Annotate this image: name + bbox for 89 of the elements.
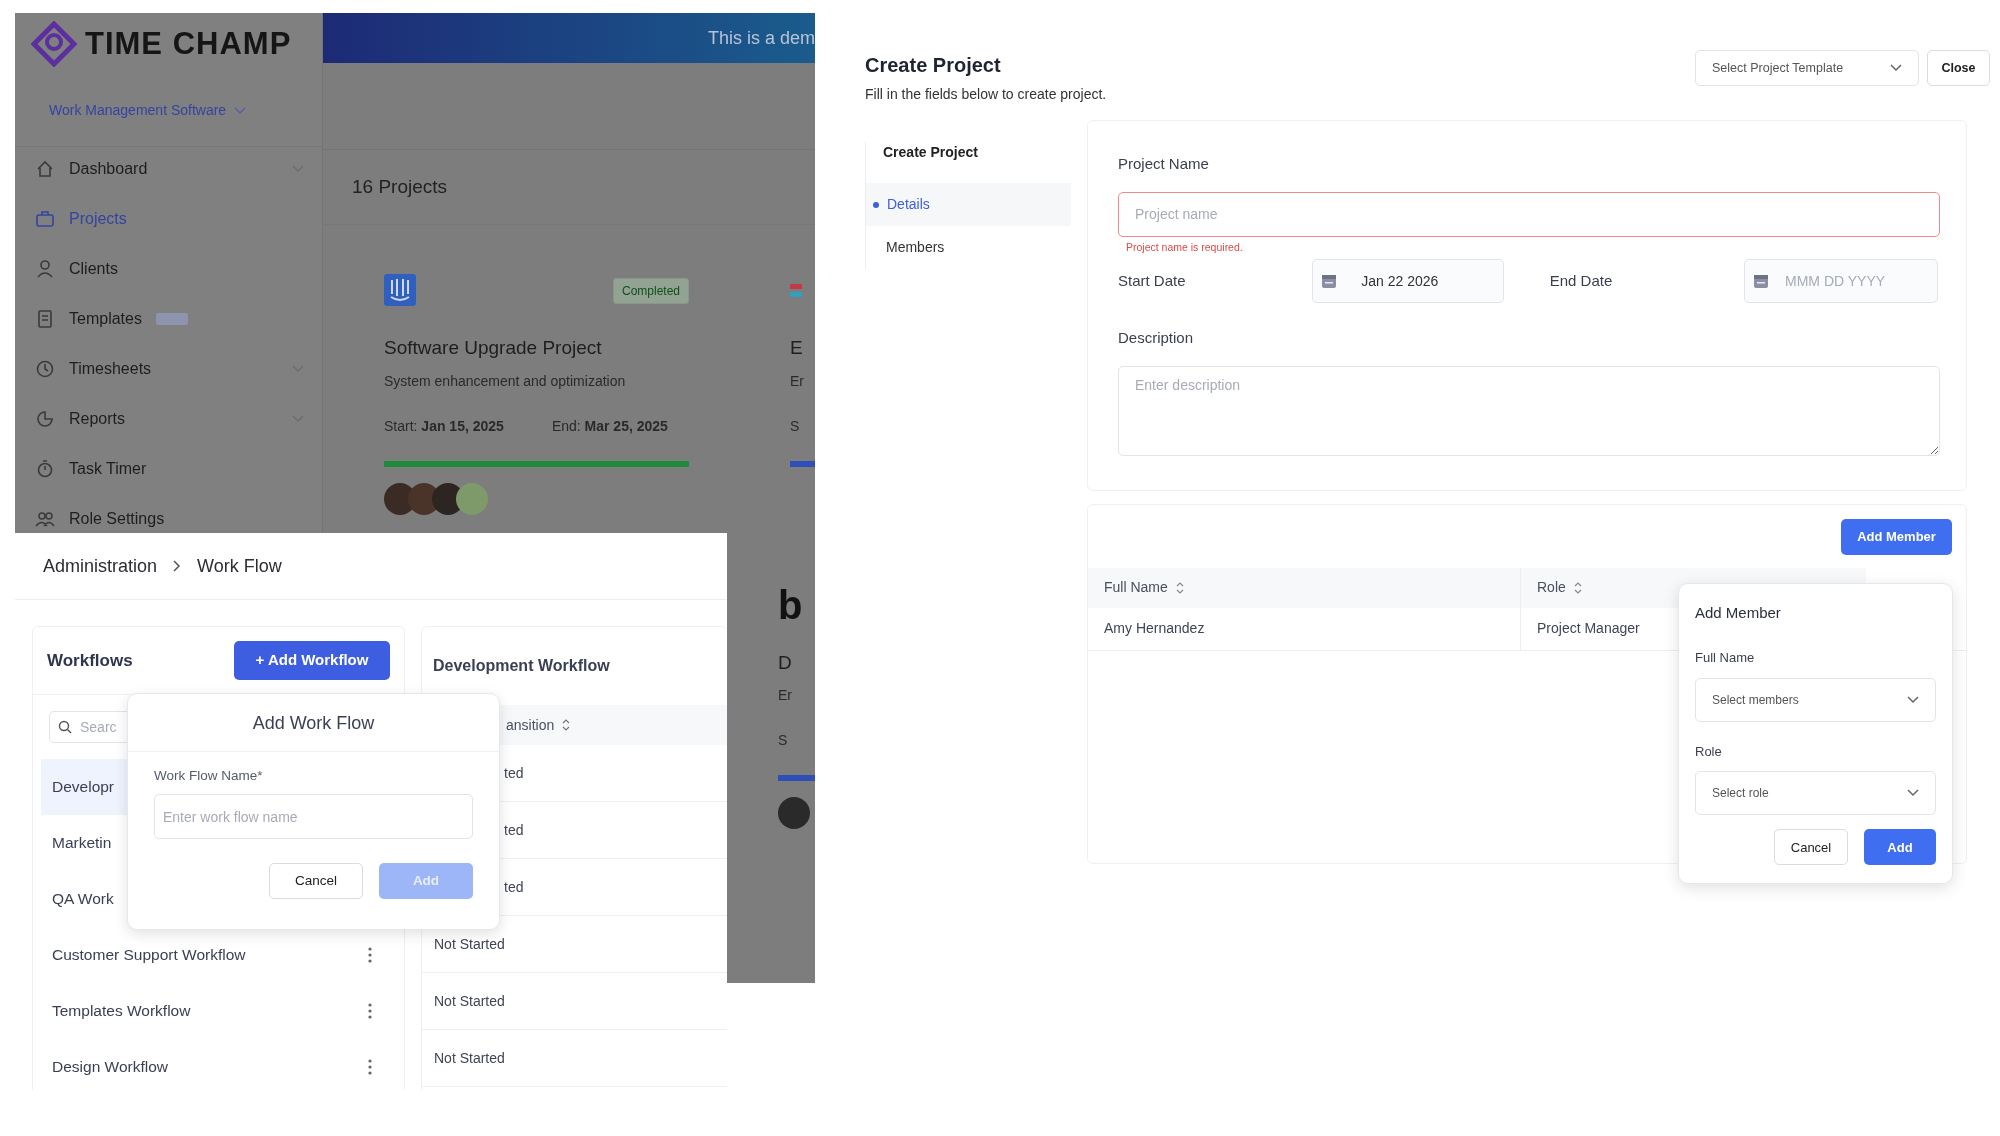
column-header[interactable]: Full Name (1088, 567, 1521, 608)
select-field[interactable]: Select role (1695, 771, 1936, 816)
briefcase-icon (35, 209, 55, 229)
kebab-menu-icon[interactable] (368, 1003, 372, 1019)
stopwatch-icon (35, 459, 55, 479)
project-description: Er (790, 371, 805, 391)
sidebar-item[interactable]: Task Timer (15, 458, 322, 480)
sidebar-item[interactable]: Timesheets (15, 358, 322, 380)
project-description: System enhancement and optimization (384, 371, 627, 391)
popover-title: Add Member (1695, 602, 1782, 623)
panel-title: Workflows (47, 649, 133, 672)
kebab-menu-icon[interactable] (368, 1059, 372, 1075)
text-input[interactable]: Enter work flow name (154, 794, 473, 840)
sidebar-item[interactable]: Templates (15, 308, 322, 330)
field-label: Start Date (1118, 271, 1187, 291)
chevron-right-icon (173, 560, 182, 572)
table-cell-text: Amy Hernandez (1104, 619, 1205, 639)
people-icon (35, 509, 55, 529)
chevron-down-icon (234, 106, 247, 115)
project-dates: S (790, 416, 801, 436)
chevron-down-icon (1890, 64, 1902, 72)
breadcrumb-item: Work Flow (197, 554, 282, 578)
avatar (778, 797, 810, 829)
field-label: Description (1118, 328, 1195, 349)
sidebar-item[interactable]: Role Settings (15, 508, 322, 530)
project-subtitle: D (778, 650, 793, 675)
project-title: E (790, 336, 804, 360)
sidebar-item[interactable]: Reports (15, 408, 322, 430)
breadcrumb-item[interactable]: Administration (43, 552, 158, 580)
chevron-down-icon (1907, 695, 1919, 704)
status-badge: Completed (612, 278, 689, 304)
home-icon (35, 159, 55, 179)
page-title: Create Project (865, 53, 1002, 78)
search-icon (58, 720, 72, 734)
page-subtitle: Fill in the fields below to create project. (865, 85, 1107, 104)
cancel-button[interactable]: Cancel (1774, 829, 1848, 866)
close-button[interactable]: Close (1927, 50, 1990, 86)
clock-icon (35, 359, 55, 379)
project-title: b (778, 584, 804, 625)
logo-text: TIME CHAMP (85, 24, 292, 63)
error-message: Project name is required. (1125, 239, 1244, 255)
date-field[interactable]: MMM DD YYYY (1744, 259, 1938, 304)
person-icon (35, 259, 55, 279)
kebab-menu-icon[interactable] (368, 947, 372, 963)
field-label: Work Flow Name* (154, 767, 264, 785)
project-name-input[interactable]: Project name (1118, 191, 1940, 237)
sidebar-item[interactable]: Dashboard (15, 158, 322, 180)
progress-fill (778, 775, 815, 781)
sort-icon (562, 719, 571, 731)
calendar-icon (1321, 273, 1338, 290)
calendar-icon (1753, 273, 1769, 290)
end-date: End: Mar 25, 2025 (551, 416, 668, 436)
add-member-button[interactable]: Add Member (1841, 518, 1952, 555)
field-label: Project Name (1118, 154, 1210, 174)
template-select[interactable]: Select Project Template (1695, 50, 1919, 86)
step-item[interactable]: Details (866, 183, 1071, 226)
banner-text: This is a dem (707, 26, 815, 50)
add-workflow-button[interactable]: + Add Workflow (234, 641, 390, 680)
add-button[interactable]: Add (1864, 829, 1936, 866)
chevron-down-icon (1907, 789, 1919, 798)
document-icon (35, 309, 55, 329)
cancel-button[interactable]: Cancel (269, 863, 363, 900)
field-label: Role (1695, 742, 1723, 761)
project-dates: S (778, 731, 789, 750)
bullet-icon (873, 201, 879, 208)
start-date: Start: Jan 15, 2025 (384, 416, 504, 436)
project-title: Software Upgrade Project (384, 336, 603, 360)
field-label: End Date (1549, 271, 1614, 291)
table-cell-text: Project Manager (1537, 619, 1640, 639)
select-field[interactable]: Select members (1695, 677, 1936, 722)
app-logo-icon (790, 284, 802, 297)
pie-chart-icon (35, 409, 55, 429)
description-field[interactable]: Enter description (1118, 365, 1940, 456)
workflow-item[interactable]: Design Workflow (41, 1039, 396, 1090)
step-item[interactable]: Members (866, 226, 1071, 269)
logo-icon (31, 21, 77, 67)
sidebar-item[interactable]: Clients (15, 258, 322, 280)
avatar (456, 482, 488, 515)
field-label: Full Name (1695, 649, 1756, 668)
projects-count: 16 Projects (352, 174, 448, 199)
workflow-item[interactable]: Templates Workflow (41, 983, 396, 1039)
panel-title: Development Workflow (433, 656, 610, 676)
workflow-item[interactable]: Customer Support Workflow (41, 927, 396, 983)
table-cell: Not Started (422, 1030, 727, 1087)
dialog-title: Add Work Flow (128, 694, 499, 752)
stepper-heading: Create Project (882, 143, 979, 162)
table-cell: Not Started (422, 973, 727, 1030)
project-description: Er (778, 686, 793, 705)
date-field[interactable]: Jan 22 2026 (1312, 259, 1504, 304)
